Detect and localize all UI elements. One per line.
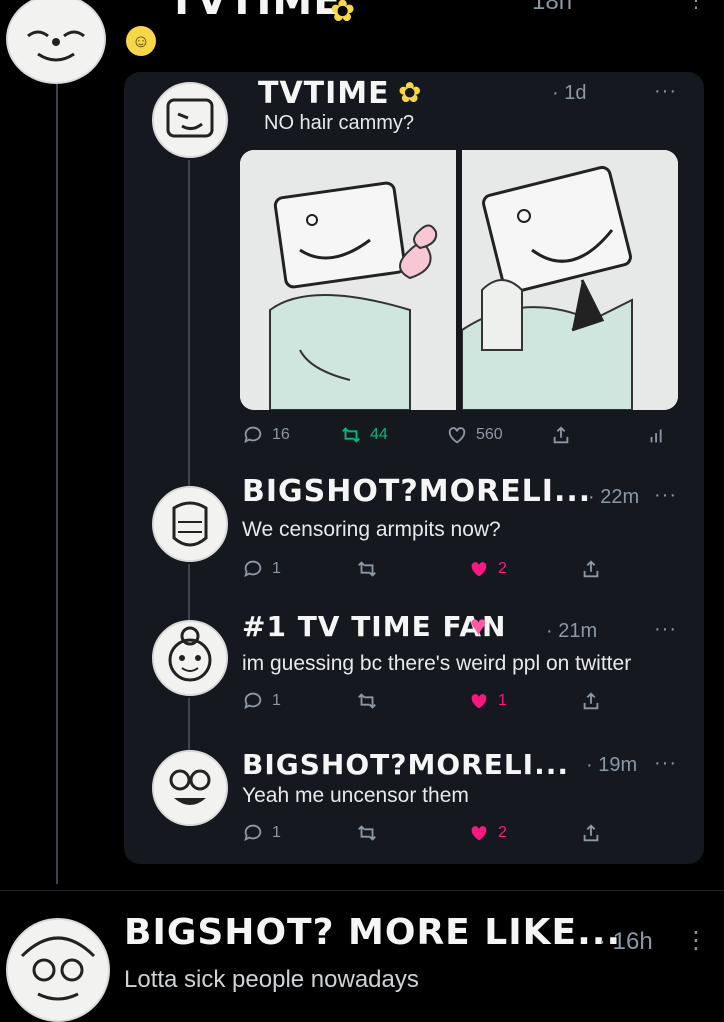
quoted-text: NO hair cammy?: [264, 112, 415, 134]
post-image-left[interactable]: [240, 150, 456, 410]
reply-1-avatar[interactable]: [152, 486, 228, 562]
reply-1-reply-button[interactable]: 1: [242, 558, 281, 580]
reply-icon: [244, 692, 262, 710]
post-image-right[interactable]: [462, 150, 678, 410]
reply-3-more-icon[interactable]: ···: [654, 752, 677, 775]
sketch-image-right: [462, 150, 678, 410]
reply-1-like-count: 2: [498, 560, 507, 577]
cartoon-hands-icon: [154, 488, 226, 560]
cartoon-face-icon: [8, 0, 104, 82]
quoted-author-star-icon: ✿: [398, 77, 422, 108]
bottom-avatar[interactable]: [6, 918, 110, 1022]
like-icon: [448, 427, 466, 444]
repost-icon: [342, 427, 360, 443]
reply-1-timestamp: · 22m: [588, 486, 640, 508]
cartoon-girl-icon: [154, 622, 226, 694]
quoted-repost-count: 44: [370, 426, 388, 443]
bottom-text: Lotta sick people nowadays: [124, 966, 419, 993]
tv-head-icon: [154, 84, 226, 156]
quoted-share-button[interactable]: [550, 424, 572, 446]
quoted-timestamp: · 1d: [552, 82, 587, 104]
top-author-star-icon: ✿: [330, 0, 356, 28]
repost-icon: [358, 561, 376, 577]
share-icon: [583, 692, 599, 710]
thread-line-top: [56, 84, 58, 884]
reply-2-repost-button[interactable]: [356, 690, 378, 712]
reply-3-author-name[interactable]: BIGSHOT?MORELI...: [242, 748, 569, 781]
like-filled-icon: [471, 694, 487, 709]
top-emoji-icon: ☺: [126, 26, 156, 56]
thread-line-reply-1: [188, 564, 190, 628]
reply-2-reply-button[interactable]: 1: [242, 690, 281, 712]
reply-2-heart-emoji-icon: ♥: [470, 610, 487, 641]
bottom-more-icon[interactable]: ⋮: [684, 926, 709, 955]
thread-line-reply-2: [188, 698, 190, 752]
bottom-timestamp: · 16h: [598, 928, 653, 955]
share-icon: [553, 426, 569, 444]
top-avatar[interactable]: [6, 0, 106, 84]
reply-3-reply-count: 1: [272, 824, 281, 841]
like-filled-icon: [471, 562, 487, 577]
reply-2-avatar[interactable]: [152, 620, 228, 696]
reply-2-like-count: 1: [498, 692, 507, 709]
quoted-reply-count: 16: [272, 426, 290, 443]
reply-2-more-icon[interactable]: ···: [654, 618, 677, 641]
reply-3-like-button[interactable]: 2: [468, 822, 507, 844]
reply-1-share-button[interactable]: [580, 558, 602, 580]
reply-1-text: We censoring armpits now?: [242, 518, 501, 541]
quoted-analytics-button[interactable]: [646, 424, 668, 446]
reply-3-text: Yeah me uncensor them: [242, 784, 469, 807]
cartoon-old-man-icon: [8, 920, 108, 1020]
sketch-image-left: [240, 150, 456, 410]
reply-3-avatar[interactable]: [152, 750, 228, 826]
quoted-like-button[interactable]: 560: [446, 424, 503, 446]
top-timestamp: 18h: [532, 0, 573, 15]
quoted-like-count: 560: [476, 426, 503, 443]
divider: [0, 890, 724, 891]
quoted-avatar[interactable]: [152, 82, 228, 158]
reply-1-repost-button[interactable]: [356, 558, 378, 580]
reply-2-text: im guessing bc there's weird ppl on twit…: [242, 652, 632, 675]
reply-3-reply-button[interactable]: 1: [242, 822, 281, 844]
reply-2-like-button[interactable]: 1: [468, 690, 507, 712]
reply-1-author-name[interactable]: BIGSHOT?MORELI...: [242, 474, 591, 509]
cartoon-grin-icon: [154, 752, 226, 824]
reply-2-reply-count: 1: [272, 692, 281, 709]
top-author-name[interactable]: TVTIME: [168, 0, 342, 24]
reply-1-more-icon[interactable]: ···: [654, 484, 677, 507]
reply-icon: [244, 426, 262, 444]
bottom-author-name[interactable]: BIGSHOT? MORE LIKE...: [124, 912, 621, 953]
reply-icon: [244, 560, 262, 578]
top-more-icon[interactable]: ⋮: [686, 0, 707, 13]
repost-icon: [358, 693, 376, 709]
reply-1-like-button[interactable]: 2: [468, 558, 507, 580]
reply-1-reply-count: 1: [272, 560, 281, 577]
quoted-reply-button[interactable]: 16: [242, 424, 290, 446]
analytics-icon: [650, 429, 662, 443]
repost-icon: [358, 825, 376, 841]
share-icon: [583, 560, 599, 578]
like-filled-icon: [471, 826, 487, 841]
reply-2-share-button[interactable]: [580, 690, 602, 712]
quoted-author-name[interactable]: TVTIME: [258, 76, 390, 111]
reply-3-like-count: 2: [498, 824, 507, 841]
reply-3-repost-button[interactable]: [356, 822, 378, 844]
quoted-more-icon[interactable]: ···: [654, 80, 677, 103]
reply-3-share-button[interactable]: [580, 822, 602, 844]
reply-2-author-name[interactable]: #1 TV TIME FAN: [242, 610, 506, 643]
share-icon: [583, 824, 599, 842]
thread-card: TVTIME ✿ · 1d ··· NO hair cammy? 16 44 5…: [124, 72, 704, 864]
reply-3-timestamp: · 19m: [586, 754, 638, 776]
thread-line-quoted: [188, 160, 190, 540]
reply-icon: [244, 824, 262, 842]
reply-2-timestamp: · 21m: [546, 620, 598, 642]
quoted-repost-button[interactable]: 44: [340, 424, 388, 446]
